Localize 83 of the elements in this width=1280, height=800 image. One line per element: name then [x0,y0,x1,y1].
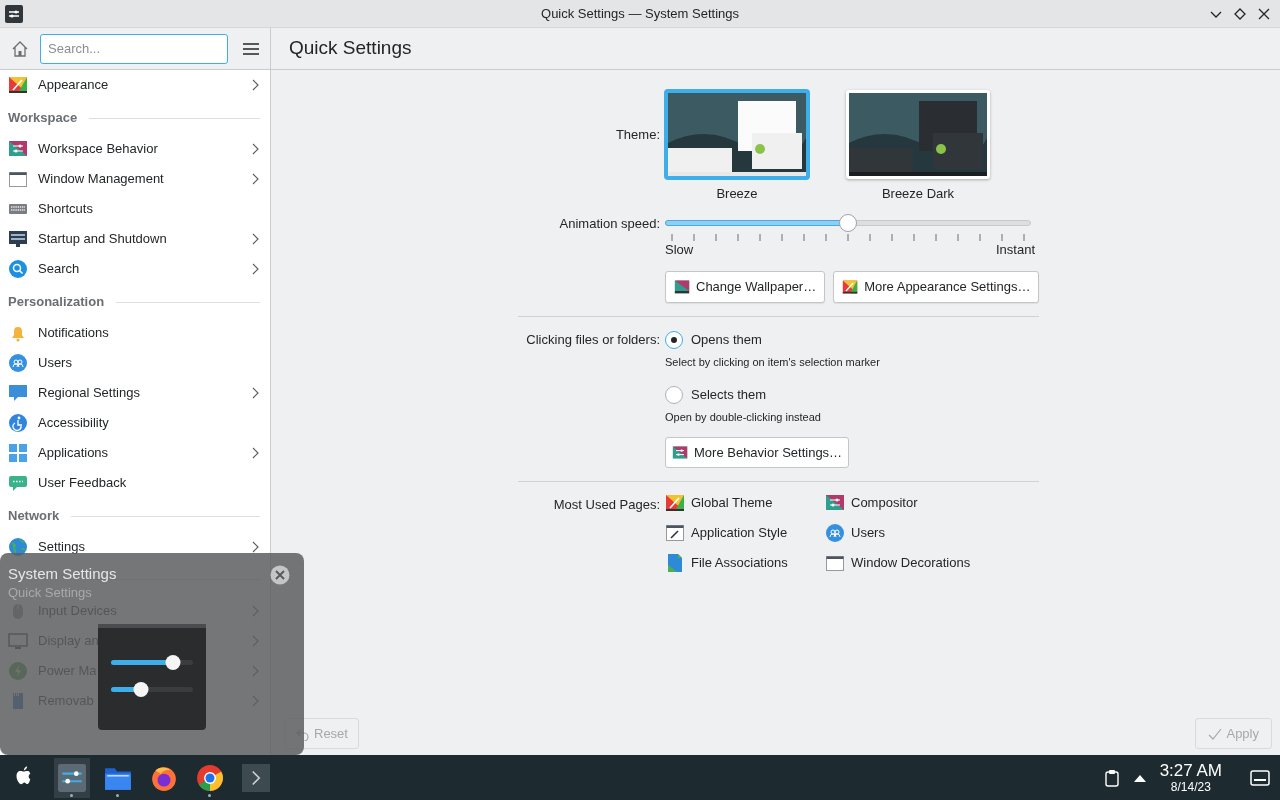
appearance-button[interactable]: Change Wallpaper… [665,271,826,303]
accessibility-icon [8,413,28,433]
search-field[interactable]: Search... [40,33,228,64]
option-description: Open by double-clicking instead [665,409,822,425]
grid-icon [8,443,28,463]
sidebar-item[interactable]: Users [8,348,260,378]
section-heading: Network [8,507,60,526]
tooltip-title: System Settings [8,564,117,584]
sidebar-item[interactable]: Notifications [8,318,260,348]
section-heading: Workspace [8,109,78,128]
radio-button[interactable] [665,385,683,404]
sidebar-item[interactable]: User Feedback [8,468,260,498]
chevron-icon [252,173,260,185]
show-desktop-icon[interactable] [1250,769,1270,786]
window-icon [825,553,845,573]
sliders-icon [825,493,845,513]
sidebar-item[interactable]: Appearance [8,70,260,100]
brush-icon [665,523,685,543]
chevron-icon [252,447,260,459]
window-icon [8,169,28,189]
app-icon [5,4,23,23]
menu-icon[interactable] [242,40,260,57]
clipboard-icon[interactable] [1103,768,1120,787]
slider-thumb[interactable] [839,213,857,232]
appearance-button[interactable]: More Appearance Settings… [833,271,1040,303]
speech-bubble-icon [8,473,28,493]
monitor-icon [8,229,28,249]
search-icon [8,259,28,279]
page-title: Quick Settings [289,36,412,61]
users-icon [825,523,845,543]
chat-icon [8,383,28,403]
users-icon [8,353,28,373]
sliders-icon [58,763,86,792]
theme-name: Breeze Dark [881,185,955,203]
page-link[interactable]: Application Style [665,523,825,543]
page-link[interactable]: Window Decorations [825,553,1040,573]
window-title: Quick Settings — System Settings [541,4,739,23]
file-icon [665,553,685,573]
palette-icon [665,493,685,513]
radio-button[interactable] [665,331,683,349]
behavior-button[interactable]: More Behavior Settings… [665,437,850,468]
taskbar-button[interactable] [54,757,90,798]
radio-label: Opens them [691,331,762,350]
page-link[interactable]: Global Theme [665,493,825,513]
sidebar-item[interactable]: Shortcuts [8,194,260,224]
wallpaper-icon [674,279,690,295]
sidebar-item[interactable]: Regional Settings [8,378,260,408]
field-label: Clicking files or folders: [525,331,660,349]
chevron-icon [252,263,260,275]
chevron-icon [252,233,260,245]
chevron-icon [252,79,260,91]
palette-icon [8,75,28,95]
radio-label: Selects them [691,385,767,404]
chevron-icon [252,387,260,399]
slider-label: Slow [665,240,694,259]
sidebar-item[interactable]: Startup and Shutdown [8,224,260,254]
check-icon [1208,726,1223,741]
chrome-icon [196,763,224,792]
expand-tray-icon[interactable] [1133,773,1146,782]
chevron-icon [242,763,270,792]
palette-icon [842,279,859,295]
page-link[interactable]: Compositor [825,493,1040,513]
sliders-icon [8,139,28,159]
sliders-icon [97,623,207,733]
page-link[interactable]: Users [825,523,1040,543]
page-link[interactable]: File Associations [665,553,825,573]
chevron-icon [252,143,260,155]
slider-label: Instant [995,240,1035,259]
sidebar-item[interactable]: Accessibility [8,408,260,438]
section-heading: Personalization [8,293,105,312]
theme-name: Breeze [716,185,758,203]
clock-time[interactable]: 3:27 AM [1159,762,1222,779]
slider[interactable] [665,213,1031,234]
field-label: Most Used Pages: [552,496,660,514]
sidebar-item[interactable]: Applications [8,438,260,468]
field-label: Animation speed: [558,214,660,233]
sidebar-item[interactable]: Workspace Behavior [8,134,260,164]
field-label: Theme: [614,126,660,144]
sidebar-item[interactable]: Window Management [8,164,260,194]
sidebar-item[interactable]: Search [8,254,260,284]
option-description: Select by clicking on item's selection marker [665,355,881,370]
sliders-icon [672,444,688,461]
clock-date[interactable]: 8/14/23 [1170,781,1211,793]
